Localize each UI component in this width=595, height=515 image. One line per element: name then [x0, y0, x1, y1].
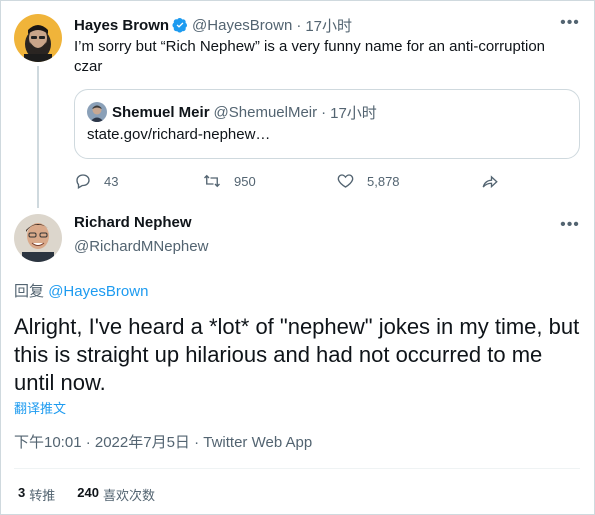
reply-count: 43	[104, 173, 119, 189]
avatar-hayes-brown[interactable]	[14, 14, 62, 62]
main-tweet-text: Alright, I've heard a *lot* of "nephew" …	[14, 314, 580, 395]
verified-badge-icon	[172, 17, 188, 33]
quote-time: 17小时	[330, 104, 377, 122]
likes-label: 喜欢次数	[102, 488, 155, 503]
parent-author-handle[interactable]: @HayesBrown	[192, 17, 292, 34]
reply-to-link[interactable]: @HayesBrown	[48, 283, 148, 300]
like-button[interactable]: 5,878	[336, 170, 400, 192]
retweet-icon	[204, 174, 220, 188]
retweets-label: 转推	[29, 488, 56, 503]
quote-text: state.gov/richard-nephew…	[87, 126, 271, 143]
thread-line	[37, 66, 39, 208]
parent-time[interactable]: 17小时	[305, 15, 352, 36]
parent-action-bar: 43 950 5,878	[74, 170, 514, 192]
retweet-button[interactable]: 950	[202, 170, 256, 192]
parent-author-line: Hayes Brown @HayesBrown · 17小时	[74, 15, 352, 36]
tweet-timestamp[interactable]: 下午10:01 · 2022年7月5日 · Twitter Web App	[14, 431, 312, 452]
main-more-icon[interactable]: •••	[560, 217, 580, 238]
like-count: 5,878	[367, 173, 400, 189]
quote-author-handle: @ShemuelMeir	[213, 103, 318, 121]
reply-prefix: 回复	[14, 283, 45, 300]
tweet-stats: 3 转推 240 喜欢次数	[18, 485, 155, 504]
quoted-tweet-card[interactable]: Shemuel Meir @ShemuelMeir · 17小时 state.g…	[74, 89, 580, 159]
heart-icon	[337, 174, 354, 188]
retweet-count: 950	[234, 173, 256, 189]
share-button[interactable]	[480, 170, 512, 192]
avatar-richard-nephew[interactable]	[14, 214, 62, 262]
parent-tweet-text: I’m sorry but “Rich Nephew” is a very fu…	[74, 38, 546, 75]
quote-author-line: Shemuel Meir @ShemuelMeir · 17小时	[87, 102, 377, 122]
parent-more-icon[interactable]: •••	[560, 15, 580, 36]
translate-tweet-link[interactable]: 翻译推文	[14, 398, 66, 417]
avatar-shemuel-meir	[87, 102, 107, 122]
separator-dot: ·	[296, 16, 302, 34]
likes-count: 240	[77, 485, 99, 500]
main-author-handle[interactable]: @RichardMNephew	[74, 238, 208, 255]
reply-button[interactable]: 43	[74, 170, 118, 192]
divider	[14, 468, 580, 469]
reply-icon	[76, 174, 90, 189]
retweets-count: 3	[18, 485, 26, 500]
quote-author-name: Shemuel Meir	[112, 103, 210, 121]
parent-author-name[interactable]: Hayes Brown	[74, 17, 169, 34]
replying-to-line: 回复 @HayesBrown	[14, 280, 148, 301]
retweets-stat[interactable]: 3 转推	[18, 485, 55, 504]
share-icon	[482, 175, 498, 189]
likes-stat[interactable]: 240 喜欢次数	[77, 485, 155, 504]
main-author-name[interactable]: Richard Nephew	[74, 214, 192, 231]
separator-dot: ·	[321, 103, 327, 121]
